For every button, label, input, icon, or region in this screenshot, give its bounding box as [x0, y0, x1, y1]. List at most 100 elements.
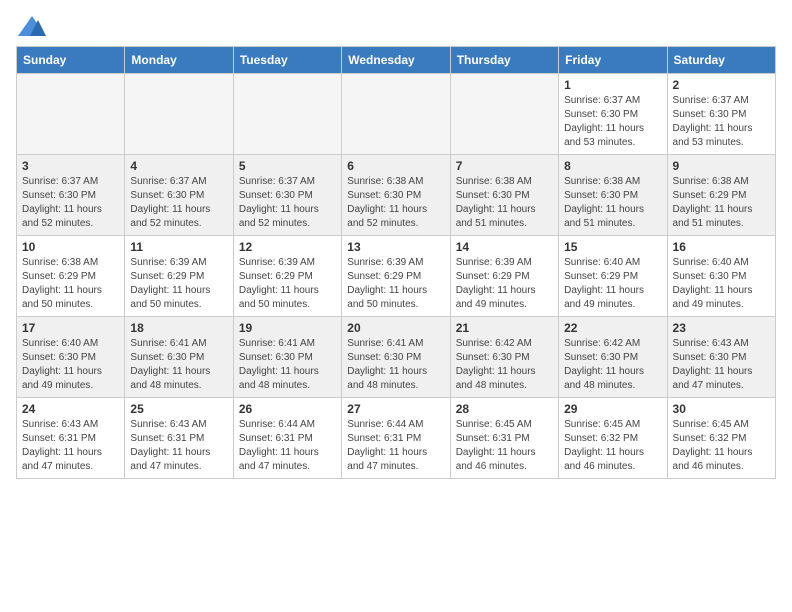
calendar-cell: 1 Sunrise: 6:37 AM Sunset: 6:30 PM Daylig… [559, 74, 667, 155]
day-info: Sunrise: 6:37 AM Sunset: 6:30 PM Dayligh… [564, 94, 661, 150]
calendar-cell: 2 Sunrise: 6:37 AM Sunset: 6:30 PM Daylig… [667, 74, 775, 155]
day-number: 8 [564, 159, 661, 173]
calendar-cell: 11 Sunrise: 6:39 AM Sunset: 6:29 PM Dayli… [125, 236, 233, 317]
calendar-cell [125, 74, 233, 155]
day-info: Sunrise: 6:40 AM Sunset: 6:30 PM Dayligh… [22, 337, 119, 393]
calendar-cell: 4 Sunrise: 6:37 AM Sunset: 6:30 PM Daylig… [125, 155, 233, 236]
logo-icon [18, 16, 46, 36]
calendar-header-row: SundayMondayTuesdayWednesdayThursdayFrid… [17, 47, 776, 74]
day-number: 23 [673, 321, 770, 335]
day-info: Sunrise: 6:39 AM Sunset: 6:29 PM Dayligh… [347, 256, 444, 312]
calendar-cell [17, 74, 125, 155]
day-number: 7 [456, 159, 553, 173]
calendar-cell: 8 Sunrise: 6:38 AM Sunset: 6:30 PM Daylig… [559, 155, 667, 236]
calendar-cell [342, 74, 450, 155]
day-number: 13 [347, 240, 444, 254]
day-number: 19 [239, 321, 336, 335]
day-number: 21 [456, 321, 553, 335]
day-info: Sunrise: 6:41 AM Sunset: 6:30 PM Dayligh… [130, 337, 227, 393]
day-number: 2 [673, 78, 770, 92]
day-info: Sunrise: 6:43 AM Sunset: 6:31 PM Dayligh… [130, 418, 227, 474]
calendar-cell: 23 Sunrise: 6:43 AM Sunset: 6:30 PM Dayli… [667, 317, 775, 398]
calendar-cell: 6 Sunrise: 6:38 AM Sunset: 6:30 PM Daylig… [342, 155, 450, 236]
day-info: Sunrise: 6:38 AM Sunset: 6:29 PM Dayligh… [673, 175, 770, 231]
calendar-cell: 3 Sunrise: 6:37 AM Sunset: 6:30 PM Daylig… [17, 155, 125, 236]
calendar-cell [233, 74, 341, 155]
day-info: Sunrise: 6:41 AM Sunset: 6:30 PM Dayligh… [347, 337, 444, 393]
calendar-cell: 19Sunrise: 6:41 AM Sunset: 6:30 PM Dayli… [233, 317, 341, 398]
day-number: 17 [22, 321, 119, 335]
calendar-cell: 13 Sunrise: 6:39 AM Sunset: 6:29 PM Dayli… [342, 236, 450, 317]
calendar-cell: 25 Sunrise: 6:43 AM Sunset: 6:31 PM Dayli… [125, 398, 233, 479]
day-info: Sunrise: 6:44 AM Sunset: 6:31 PM Dayligh… [347, 418, 444, 474]
weekday-header: Saturday [667, 47, 775, 74]
day-number: 28 [456, 402, 553, 416]
day-number: 27 [347, 402, 444, 416]
calendar-cell: 17 Sunrise: 6:40 AM Sunset: 6:30 PM Dayli… [17, 317, 125, 398]
calendar-cell: 16 Sunrise: 6:40 AM Sunset: 6:30 PM Dayli… [667, 236, 775, 317]
calendar-cell [450, 74, 558, 155]
calendar-cell: 10 Sunrise: 6:38 AM Sunset: 6:29 PM Dayli… [17, 236, 125, 317]
calendar-week-row: 17 Sunrise: 6:40 AM Sunset: 6:30 PM Dayli… [17, 317, 776, 398]
calendar-week-row: 1 Sunrise: 6:37 AM Sunset: 6:30 PM Daylig… [17, 74, 776, 155]
day-number: 10 [22, 240, 119, 254]
day-number: 30 [673, 402, 770, 416]
day-number: 4 [130, 159, 227, 173]
calendar-cell: 22 Sunrise: 6:42 AM Sunset: 6:30 PM Dayli… [559, 317, 667, 398]
day-info: Sunrise: 6:38 AM Sunset: 6:30 PM Dayligh… [456, 175, 553, 231]
calendar-cell: 20Sunrise: 6:41 AM Sunset: 6:30 PM Dayli… [342, 317, 450, 398]
weekday-header: Sunday [17, 47, 125, 74]
day-number: 16 [673, 240, 770, 254]
weekday-header: Friday [559, 47, 667, 74]
day-number: 29 [564, 402, 661, 416]
day-info: Sunrise: 6:37 AM Sunset: 6:30 PM Dayligh… [673, 94, 770, 150]
calendar-cell: 29Sunrise: 6:45 AM Sunset: 6:32 PM Dayli… [559, 398, 667, 479]
day-info: Sunrise: 6:39 AM Sunset: 6:29 PM Dayligh… [456, 256, 553, 312]
calendar-cell: 21 Sunrise: 6:42 AM Sunset: 6:30 PM Dayli… [450, 317, 558, 398]
calendar-cell: 5 Sunrise: 6:37 AM Sunset: 6:30 PM Daylig… [233, 155, 341, 236]
calendar-cell: 14 Sunrise: 6:39 AM Sunset: 6:29 PM Dayli… [450, 236, 558, 317]
calendar-cell: 9 Sunrise: 6:38 AM Sunset: 6:29 PM Daylig… [667, 155, 775, 236]
page-header [16, 16, 776, 36]
calendar: SundayMondayTuesdayWednesdayThursdayFrid… [16, 46, 776, 479]
day-number: 14 [456, 240, 553, 254]
day-info: Sunrise: 6:40 AM Sunset: 6:29 PM Dayligh… [564, 256, 661, 312]
day-number: 1 [564, 78, 661, 92]
day-info: Sunrise: 6:37 AM Sunset: 6:30 PM Dayligh… [239, 175, 336, 231]
day-number: 9 [673, 159, 770, 173]
weekday-header: Thursday [450, 47, 558, 74]
day-info: Sunrise: 6:37 AM Sunset: 6:30 PM Dayligh… [22, 175, 119, 231]
weekday-header: Tuesday [233, 47, 341, 74]
calendar-cell: 30Sunrise: 6:45 AM Sunset: 6:32 PM Dayli… [667, 398, 775, 479]
calendar-cell: 15Sunrise: 6:40 AM Sunset: 6:29 PM Dayli… [559, 236, 667, 317]
day-number: 25 [130, 402, 227, 416]
day-info: Sunrise: 6:38 AM Sunset: 6:30 PM Dayligh… [564, 175, 661, 231]
day-number: 3 [22, 159, 119, 173]
day-info: Sunrise: 6:39 AM Sunset: 6:29 PM Dayligh… [130, 256, 227, 312]
day-info: Sunrise: 6:45 AM Sunset: 6:31 PM Dayligh… [456, 418, 553, 474]
day-number: 24 [22, 402, 119, 416]
calendar-cell: 7 Sunrise: 6:38 AM Sunset: 6:30 PM Daylig… [450, 155, 558, 236]
day-info: Sunrise: 6:42 AM Sunset: 6:30 PM Dayligh… [564, 337, 661, 393]
day-number: 12 [239, 240, 336, 254]
day-info: Sunrise: 6:44 AM Sunset: 6:31 PM Dayligh… [239, 418, 336, 474]
day-info: Sunrise: 6:40 AM Sunset: 6:30 PM Dayligh… [673, 256, 770, 312]
calendar-cell: 26 Sunrise: 6:44 AM Sunset: 6:31 PM Dayli… [233, 398, 341, 479]
day-info: Sunrise: 6:38 AM Sunset: 6:29 PM Dayligh… [22, 256, 119, 312]
day-number: 11 [130, 240, 227, 254]
calendar-cell: 28 Sunrise: 6:45 AM Sunset: 6:31 PM Dayli… [450, 398, 558, 479]
calendar-week-row: 10 Sunrise: 6:38 AM Sunset: 6:29 PM Dayli… [17, 236, 776, 317]
day-info: Sunrise: 6:38 AM Sunset: 6:30 PM Dayligh… [347, 175, 444, 231]
calendar-body: 1 Sunrise: 6:37 AM Sunset: 6:30 PM Daylig… [17, 74, 776, 479]
calendar-cell: 12Sunrise: 6:39 AM Sunset: 6:29 PM Dayli… [233, 236, 341, 317]
day-number: 26 [239, 402, 336, 416]
calendar-cell: 24Sunrise: 6:43 AM Sunset: 6:31 PM Dayli… [17, 398, 125, 479]
day-info: Sunrise: 6:42 AM Sunset: 6:30 PM Dayligh… [456, 337, 553, 393]
day-number: 5 [239, 159, 336, 173]
day-number: 22 [564, 321, 661, 335]
day-info: Sunrise: 6:43 AM Sunset: 6:30 PM Dayligh… [673, 337, 770, 393]
calendar-cell: 18 Sunrise: 6:41 AM Sunset: 6:30 PM Dayli… [125, 317, 233, 398]
day-number: 6 [347, 159, 444, 173]
day-info: Sunrise: 6:37 AM Sunset: 6:30 PM Dayligh… [130, 175, 227, 231]
day-number: 18 [130, 321, 227, 335]
